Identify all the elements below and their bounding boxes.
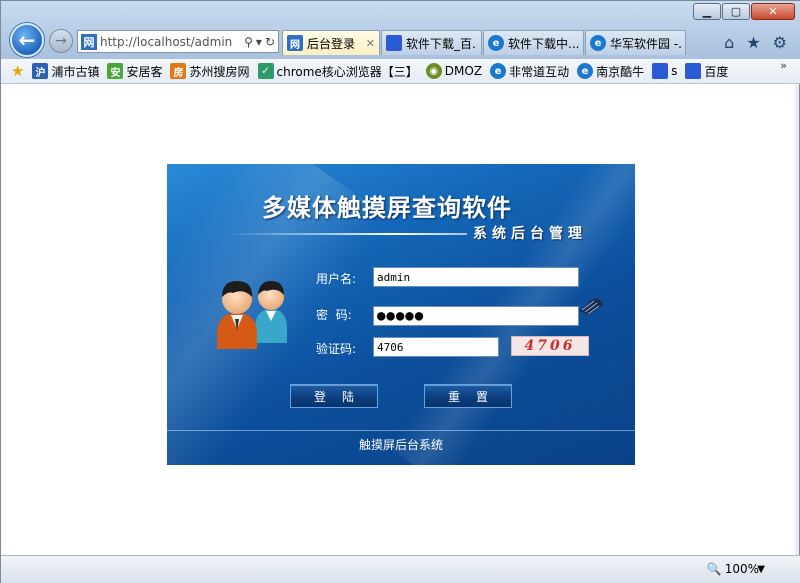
baidu-paw-icon: 🐾 <box>652 63 669 79</box>
reset-button[interactable]: 重置 <box>424 384 512 408</box>
favorite-link[interactable]: 🐾 s <box>652 63 677 79</box>
dmoz-icon: ◉ <box>425 63 442 79</box>
users-avatar-icon <box>217 281 287 349</box>
tab-label: 华军软件园 -... <box>610 36 681 51</box>
tab-label: 后台登录 <box>307 36 356 51</box>
favorites-bar: ★ 沪 浦市古镇 安 安居客 房 苏州搜房网 ✓ chrome核心浏览器【三】 … <box>1 59 800 84</box>
favorite-link[interactable]: e 南京酷牛 <box>577 63 644 80</box>
status-bar: 🔍 100% ▼ <box>1 555 800 583</box>
address-bar[interactable]: 网 http://localhost/admin ⚲ ▾ ↻ <box>77 30 279 53</box>
captcha-image-text: 4706 <box>524 338 576 354</box>
favorite-label: s <box>671 64 678 78</box>
close-tab-icon[interactable]: ✕ <box>366 37 375 50</box>
captcha-image[interactable]: 4706 <box>511 336 589 356</box>
favorites-add-icon[interactable]: ★ <box>11 62 24 80</box>
favorite-label: 非常道互动 <box>509 64 570 79</box>
captcha-label: 验证码: <box>316 342 357 356</box>
username-label: 用户名: <box>316 272 357 286</box>
close-window-button[interactable]: ✕ <box>751 3 795 20</box>
login-button[interactable]: 登陆 <box>290 384 378 408</box>
tab-software-download-baidu[interactable]: 🐾 软件下载_百... <box>381 30 482 55</box>
zoom-dropdown-icon[interactable]: ▼ <box>757 564 765 575</box>
favorite-link[interactable]: 沪 浦市古镇 <box>32 63 99 80</box>
tab-strip: 网 后台登录 ✕ 🐾 软件下载_百... e 软件下载中... e 华军软件园 … <box>282 30 687 55</box>
password-input[interactable]: ●●●●● <box>373 306 579 326</box>
ie-icon: e <box>490 63 507 79</box>
title-divider <box>227 233 467 235</box>
window-controls: ▁ ▢ ✕ <box>692 3 795 20</box>
refresh-icon[interactable]: ↻ <box>265 35 275 49</box>
page-subtitle: 系统后台管理 <box>473 226 587 242</box>
gear-icon[interactable]: ⚙ <box>773 33 787 52</box>
tab-admin-login[interactable]: 网 后台登录 ✕ <box>282 30 380 55</box>
maximize-button[interactable]: ▢ <box>722 3 750 20</box>
address-url[interactable]: http://localhost/admin <box>100 35 244 49</box>
ie-icon: e <box>488 35 504 51</box>
chevron-more-icon[interactable]: » <box>780 59 787 72</box>
page-content: 多媒体触摸屏查询软件 系统后台管理 用户名: admin 密 码: ●●●●● … <box>2 85 799 555</box>
favorite-label: DMOZ <box>444 64 483 78</box>
dropdown-arrow-icon[interactable]: ▾ <box>256 35 262 49</box>
favorite-label: 安居客 <box>126 64 163 79</box>
favorite-label: 南京酷牛 <box>596 64 645 79</box>
panel-footer: 触摸屏后台系统 <box>358 438 443 452</box>
minimize-button[interactable]: ▁ <box>693 3 721 20</box>
favorites-star-icon[interactable]: ★ <box>746 33 760 52</box>
page-title: 多媒体触摸屏查询软件 <box>262 194 512 222</box>
favorite-label: 苏州搜房网 <box>189 64 250 79</box>
favorite-link[interactable]: 房 苏州搜房网 <box>170 63 250 80</box>
tab-label: 软件下载中... <box>508 36 579 51</box>
favorite-label: chrome核心浏览器【三】 <box>276 64 418 79</box>
username-input[interactable] <box>373 267 579 287</box>
browser-tool-icons: ⌂ ★ ⚙ <box>724 33 787 52</box>
forward-arrow-icon: → <box>55 33 67 49</box>
favorite-link[interactable]: 🐾 百度 <box>685 63 728 80</box>
home-icon[interactable]: ⌂ <box>724 33 734 52</box>
baidu-paw-icon: 🐾 <box>685 63 702 79</box>
search-icon[interactable]: ⚲ <box>244 35 253 49</box>
favorite-link[interactable]: 安 安居客 <box>107 63 162 80</box>
fav-icon: 房 <box>170 63 187 79</box>
back-arrow-icon: ← <box>18 28 36 52</box>
captcha-input[interactable] <box>373 337 499 357</box>
tab-huajun-software[interactable]: e 华军软件园 -... <box>585 30 686 55</box>
password-label: 密 码: <box>316 308 352 322</box>
ie-icon: e <box>590 35 606 51</box>
site-favicon-icon: 网 <box>287 35 303 51</box>
fav-icon: 沪 <box>32 63 49 79</box>
browser-toolbar: ▁ ▢ ✕ ← → 网 http://localhost/admin ⚲ ▾ ↻… <box>1 1 800 59</box>
favorite-label: 百度 <box>704 64 729 79</box>
zoom-magnifier-icon: 🔍 <box>706 562 722 576</box>
login-panel: 多媒体触摸屏查询软件 系统后台管理 用户名: admin 密 码: ●●●●● … <box>167 164 635 465</box>
vertical-scrollbar[interactable] <box>795 85 799 555</box>
fav-icon: 安 <box>107 63 124 79</box>
baidu-paw-icon: 🐾 <box>386 35 402 51</box>
zoom-control[interactable]: 🔍 100% <box>707 562 759 576</box>
password-mask: ●●●●● <box>377 308 425 324</box>
site-favicon-icon: 网 <box>81 33 97 50</box>
back-button[interactable]: ← <box>10 23 44 57</box>
zoom-level: 100% <box>724 562 759 576</box>
favorite-link[interactable]: ✓ chrome核心浏览器【三】 <box>257 63 418 80</box>
soft-keyboard-icon[interactable] <box>577 295 605 317</box>
leaf-icon: ✓ <box>257 63 274 79</box>
browser-window: ▁ ▢ ✕ ← → 网 http://localhost/admin ⚲ ▾ ↻… <box>0 0 800 583</box>
forward-button[interactable]: → <box>49 29 73 53</box>
favorite-link[interactable]: e 非常道互动 <box>490 63 569 80</box>
tab-label: 软件下载_百... <box>406 36 477 51</box>
favorite-label: 浦市古镇 <box>51 64 100 79</box>
ie-icon: e <box>577 63 594 79</box>
tab-software-download-center[interactable]: e 软件下载中... <box>483 30 584 55</box>
footer-divider <box>167 430 635 431</box>
favorite-link[interactable]: ◉ DMOZ <box>425 63 483 79</box>
